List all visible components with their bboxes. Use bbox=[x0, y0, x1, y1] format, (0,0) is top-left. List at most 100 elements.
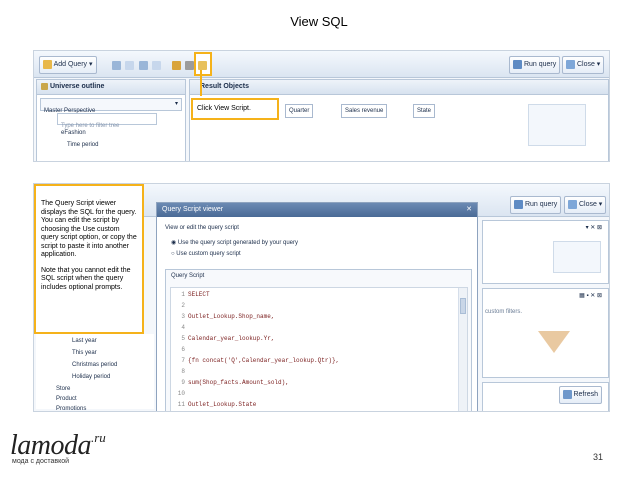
line-number: 1 bbox=[181, 291, 185, 298]
line-number: 11 bbox=[177, 401, 185, 408]
filter-tree-input[interactable]: Type here to filter tree bbox=[57, 113, 157, 129]
scrollbar-thumb[interactable] bbox=[460, 298, 466, 314]
code-text: SELECT bbox=[188, 291, 210, 298]
option-generated-radio[interactable]: ◉ Use the query script generated by your… bbox=[171, 239, 298, 246]
perspective-select[interactable]: Master Perspective ▾ bbox=[40, 98, 182, 114]
screenshot-script-viewer: Run query Close ▾ ▾ ✕ ⊠ ▦ ▪ ✕ ⊠ custom f… bbox=[33, 183, 610, 412]
line-number: 7 bbox=[181, 357, 185, 364]
run-query-icon-2 bbox=[514, 199, 523, 209]
tree-item-christmas-period[interactable]: Christmas period bbox=[72, 362, 117, 368]
script-editor[interactable]: 1 SELECT 2 3 Outlet_Lookup.Shop_name, 4 5 Calen… bbox=[170, 287, 468, 411]
dialog-prompt: View or edit the query script bbox=[165, 225, 239, 231]
run-query-button-2[interactable]: Run query bbox=[510, 196, 562, 214]
script-label: Query Script bbox=[171, 273, 205, 279]
outline-icon[interactable] bbox=[112, 61, 121, 71]
code-line: 1 SELECT bbox=[171, 289, 467, 300]
table-icon[interactable] bbox=[152, 61, 162, 71]
background-tree: Last year This year Christmas period Hol… bbox=[36, 334, 154, 411]
funnel-icon bbox=[538, 331, 570, 353]
line-number: 2 bbox=[181, 302, 185, 309]
line-number: 4 bbox=[181, 324, 185, 331]
custom-filters-text: custom filters. bbox=[485, 309, 523, 315]
properties-icon[interactable] bbox=[171, 61, 181, 71]
chevron-down-icon: ▾ bbox=[174, 101, 178, 107]
close-button-2[interactable]: Close ▾ bbox=[564, 196, 607, 214]
run-query-label: Run query bbox=[523, 61, 557, 68]
tree-item-product[interactable]: Product bbox=[56, 396, 77, 402]
line-number: 9 bbox=[181, 379, 185, 386]
lamoda-logo: lamoda.ru мода с доставкой bbox=[10, 430, 106, 465]
line-number: 10 bbox=[177, 390, 185, 397]
dialog-title-bar: Query Script viewer ✕ bbox=[157, 203, 477, 217]
result-chip-state[interactable]: State bbox=[413, 104, 436, 118]
option-custom-radio[interactable]: ○ Use custom query script bbox=[171, 251, 241, 257]
logo-wordmark: lamoda bbox=[10, 430, 92, 461]
drop-zone-placeholder bbox=[528, 104, 586, 146]
tree-item-last-year[interactable]: Last year bbox=[72, 338, 97, 344]
tree-item-store[interactable]: Store bbox=[56, 386, 70, 392]
script-box: Query Script 1 SELECT 2 3 Outlet_Lookup.Shop… bbox=[165, 269, 472, 411]
add-query-button[interactable]: Add Query ▾ bbox=[39, 56, 97, 74]
query-script-info-box: The Query Script viewer displays the SQL… bbox=[34, 184, 144, 334]
filter-icon[interactable] bbox=[125, 61, 135, 71]
code-line: 11 Outlet_Lookup.State bbox=[171, 399, 467, 410]
universe-outline-title: Universe outline bbox=[49, 83, 105, 90]
query-toolbar: Add Query ▾ Run query Close ▾ bbox=[34, 51, 609, 78]
option-generated-label: Use the query script generated by your q… bbox=[177, 240, 298, 246]
callout-text: Click View Script. bbox=[197, 105, 251, 112]
result-objects-header: Result Objects bbox=[190, 80, 608, 95]
line-number: 3 bbox=[181, 313, 185, 320]
radio-unselected-icon: ○ bbox=[171, 251, 175, 257]
refresh-icon bbox=[562, 389, 572, 399]
code-line: 9 sum(Shop_facts.Amount_sold), bbox=[171, 377, 467, 388]
filter-tree-placeholder: Type here to filter tree bbox=[61, 123, 120, 129]
result-chip-quarter[interactable]: Quarter bbox=[285, 104, 314, 118]
code-line: 6 bbox=[171, 344, 467, 355]
code-line: 10 bbox=[171, 388, 467, 399]
background-right-pane-mid: ▦ ▪ ✕ ⊠ custom filters. bbox=[482, 288, 609, 378]
tree-item-efashion[interactable]: eFashion bbox=[61, 130, 86, 136]
logo-superscript: .ru bbox=[91, 430, 106, 445]
code-lines: 1 SELECT 2 3 Outlet_Lookup.Shop_name, 4 5 Calen… bbox=[171, 288, 467, 410]
slide-title: View SQL bbox=[290, 14, 348, 29]
grid-icon[interactable] bbox=[138, 61, 148, 71]
result-objects-panel: Result Objects Quarter Sales revenue Sta… bbox=[189, 79, 609, 161]
code-line: 7 {fn concat('Q',Calendar_year_lookup.Qtr… bbox=[171, 355, 467, 366]
add-query-icon bbox=[43, 59, 52, 69]
drop-zone-top bbox=[553, 241, 601, 273]
run-query-label-2: Run query bbox=[524, 201, 558, 208]
universe-icon bbox=[41, 82, 48, 90]
code-text: sum(Shop_facts.Amount_sold), bbox=[188, 379, 289, 386]
callout-connector bbox=[200, 70, 202, 96]
tree-item-holiday-period[interactable]: Holiday period bbox=[72, 374, 110, 380]
screenshot-query-panel: Add Query ▾ Run query Close ▾ Universe o… bbox=[33, 50, 610, 162]
purge-icon[interactable] bbox=[185, 61, 195, 71]
page-number: 31 bbox=[592, 452, 603, 462]
close-label: Close bbox=[576, 61, 595, 68]
line-number: 5 bbox=[181, 335, 185, 342]
code-text: Calendar_year_lookup.Yr, bbox=[188, 335, 275, 342]
radio-selected-icon: ◉ bbox=[171, 240, 177, 246]
dialog-close-icon[interactable]: ✕ bbox=[466, 203, 472, 217]
close-label-2: Close bbox=[578, 201, 597, 208]
tree-item-time-period[interactable]: Time period bbox=[67, 142, 98, 148]
code-text: Outlet_Lookup.Shop_name, bbox=[188, 313, 275, 320]
dialog-title: Query Script viewer bbox=[162, 206, 224, 213]
click-view-script-callout: Click View Script. bbox=[191, 98, 279, 120]
tree-item-promotions[interactable]: Promotions bbox=[56, 406, 86, 411]
pane-controls-mid: ▦ ▪ ✕ ⊠ bbox=[579, 293, 602, 299]
result-chip-sales-revenue[interactable]: Sales revenue bbox=[341, 104, 388, 118]
view-script-icon bbox=[198, 60, 207, 70]
close-button[interactable]: Close ▾ bbox=[562, 56, 605, 74]
script-scrollbar[interactable] bbox=[458, 288, 467, 411]
option-custom-label: Use custom query script bbox=[176, 251, 241, 257]
query-script-viewer-dialog: Query Script viewer ✕ View or edit the q… bbox=[156, 202, 478, 411]
refresh-button[interactable]: Refresh bbox=[558, 386, 602, 404]
code-line: 2 bbox=[171, 300, 467, 311]
code-line: 4 bbox=[171, 322, 467, 333]
close-panel-icon-2 bbox=[568, 199, 577, 209]
toolbar-icons bbox=[112, 57, 195, 75]
view-script-button[interactable] bbox=[194, 52, 212, 76]
run-query-button[interactable]: Run query bbox=[509, 56, 561, 74]
tree-item-this-year[interactable]: This year bbox=[72, 350, 97, 356]
